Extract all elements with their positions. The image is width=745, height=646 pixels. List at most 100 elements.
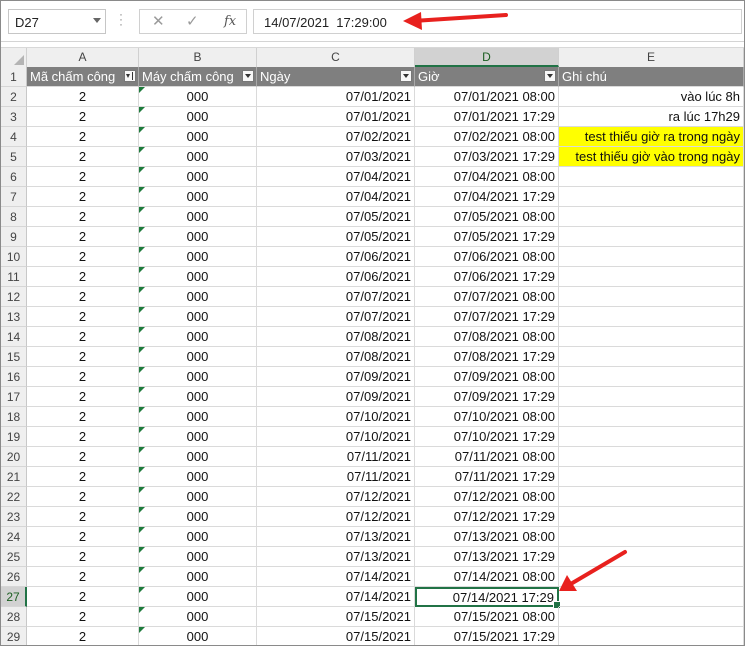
cell-ghi-chu[interactable] <box>559 447 744 467</box>
cell-ma-cham-cong[interactable]: 2 <box>27 227 139 247</box>
ghi-chu-header[interactable]: Ghi chú <box>559 67 744 87</box>
cell-ma-cham-cong[interactable]: 2 <box>27 107 139 127</box>
cell-ngay[interactable]: 07/13/2021 <box>257 547 415 567</box>
chevron-down-icon[interactable] <box>93 18 101 23</box>
ngay-header[interactable]: Ngày <box>257 67 415 87</box>
cell-ghi-chu[interactable] <box>559 547 744 567</box>
row-header[interactable]: 4 <box>1 127 27 147</box>
row-header[interactable]: 1 <box>1 67 27 87</box>
cell-ma-cham-cong[interactable]: 2 <box>27 367 139 387</box>
cell-gio[interactable]: 07/15/2021 17:29 <box>415 627 559 645</box>
cell-ngay[interactable]: 07/14/2021 <box>257 567 415 587</box>
select-all-button[interactable] <box>1 48 27 67</box>
cell-may-cham-cong[interactable]: 000 <box>139 147 257 167</box>
row-header[interactable]: 23 <box>1 507 27 527</box>
cell-ma-cham-cong[interactable]: 2 <box>27 547 139 567</box>
cell-ngay[interactable]: 07/02/2021 <box>257 127 415 147</box>
cell-may-cham-cong[interactable]: 000 <box>139 347 257 367</box>
row-header[interactable]: 21 <box>1 467 27 487</box>
column-header-e[interactable]: E <box>559 48 744 67</box>
cell-may-cham-cong[interactable]: 000 <box>139 267 257 287</box>
cell-may-cham-cong[interactable]: 000 <box>139 547 257 567</box>
cell-ngay[interactable]: 07/09/2021 <box>257 387 415 407</box>
cell-ghi-chu[interactable] <box>559 487 744 507</box>
cell-may-cham-cong[interactable]: 000 <box>139 467 257 487</box>
row-header[interactable]: 28 <box>1 607 27 627</box>
cell-ghi-chu[interactable] <box>559 527 744 547</box>
row-header[interactable]: 15 <box>1 347 27 367</box>
cell-ma-cham-cong[interactable]: 2 <box>27 487 139 507</box>
sort-filter-icon[interactable] <box>124 70 136 82</box>
cell-ngay[interactable]: 07/08/2021 <box>257 327 415 347</box>
cell-gio[interactable]: 07/04/2021 08:00 <box>415 167 559 187</box>
row-header[interactable]: 26 <box>1 567 27 587</box>
cell-ghi-chu[interactable]: test thiếu giờ vào trong ngày <box>559 147 744 167</box>
cell-ma-cham-cong[interactable]: 2 <box>27 287 139 307</box>
cell-may-cham-cong[interactable]: 000 <box>139 207 257 227</box>
cell-gio[interactable]: 07/07/2021 17:29 <box>415 307 559 327</box>
cell-ghi-chu[interactable] <box>559 207 744 227</box>
cell-ma-cham-cong[interactable]: 2 <box>27 447 139 467</box>
cell-may-cham-cong[interactable]: 000 <box>139 387 257 407</box>
cell-gio[interactable]: 07/01/2021 08:00 <box>415 87 559 107</box>
cell-ma-cham-cong[interactable]: 2 <box>27 327 139 347</box>
cell-ma-cham-cong[interactable]: 2 <box>27 267 139 287</box>
cell-ghi-chu[interactable] <box>559 367 744 387</box>
row-header[interactable]: 8 <box>1 207 27 227</box>
cell-may-cham-cong[interactable]: 000 <box>139 627 257 645</box>
row-header[interactable]: 29 <box>1 627 27 645</box>
cell-ghi-chu[interactable] <box>559 167 744 187</box>
row-header[interactable]: 11 <box>1 267 27 287</box>
cell-gio[interactable]: 07/13/2021 17:29 <box>415 547 559 567</box>
row-header[interactable]: 5 <box>1 147 27 167</box>
insert-function-icon[interactable]: fx <box>224 14 236 29</box>
cell-may-cham-cong[interactable]: 000 <box>139 327 257 347</box>
cell-ma-cham-cong[interactable]: 2 <box>27 127 139 147</box>
cell-ghi-chu[interactable] <box>559 327 744 347</box>
cell-ma-cham-cong[interactable]: 2 <box>27 427 139 447</box>
cell-may-cham-cong[interactable]: 000 <box>139 407 257 427</box>
cell-ghi-chu[interactable]: test thiếu giờ ra trong ngày <box>559 127 744 147</box>
cell-ma-cham-cong[interactable]: 2 <box>27 387 139 407</box>
cell-ngay[interactable]: 07/04/2021 <box>257 187 415 207</box>
cell-ma-cham-cong[interactable]: 2 <box>27 207 139 227</box>
cell-may-cham-cong[interactable]: 000 <box>139 247 257 267</box>
cell-gio[interactable]: 07/06/2021 17:29 <box>415 267 559 287</box>
cell-may-cham-cong[interactable]: 000 <box>139 227 257 247</box>
cell-ghi-chu[interactable] <box>559 227 744 247</box>
cell-ngay[interactable]: 07/13/2021 <box>257 527 415 547</box>
cell-ngay[interactable]: 07/11/2021 <box>257 467 415 487</box>
cell-ngay[interactable]: 07/06/2021 <box>257 247 415 267</box>
filter-dropdown-icon[interactable] <box>544 70 556 82</box>
cell-ghi-chu[interactable] <box>559 187 744 207</box>
cell-ngay[interactable]: 07/12/2021 <box>257 487 415 507</box>
cell-ngay[interactable]: 07/14/2021 <box>257 587 415 607</box>
cell-gio[interactable]: 07/05/2021 08:00 <box>415 207 559 227</box>
cell-may-cham-cong[interactable]: 000 <box>139 427 257 447</box>
cell-ghi-chu[interactable] <box>559 607 744 627</box>
row-header[interactable]: 22 <box>1 487 27 507</box>
cell-gio[interactable]: 07/08/2021 08:00 <box>415 327 559 347</box>
cell-ma-cham-cong[interactable]: 2 <box>27 87 139 107</box>
cell-may-cham-cong[interactable]: 000 <box>139 87 257 107</box>
cell-may-cham-cong[interactable]: 000 <box>139 607 257 627</box>
cell-ghi-chu[interactable] <box>559 347 744 367</box>
cell-ma-cham-cong[interactable]: 2 <box>27 347 139 367</box>
cell-ghi-chu[interactable] <box>559 587 744 607</box>
cell-ghi-chu[interactable] <box>559 267 744 287</box>
cell-gio[interactable]: 07/06/2021 08:00 <box>415 247 559 267</box>
cell-ngay[interactable]: 07/08/2021 <box>257 347 415 367</box>
cell-ngay[interactable]: 07/15/2021 <box>257 607 415 627</box>
more-vertical-icon[interactable]: · · · <box>119 8 123 30</box>
cell-gio[interactable]: 07/10/2021 17:29 <box>415 427 559 447</box>
may-cham-cong-header[interactable]: Máy chấm công <box>139 67 257 87</box>
cell-ngay[interactable]: 07/01/2021 <box>257 107 415 127</box>
cell-ngay[interactable]: 07/01/2021 <box>257 87 415 107</box>
cell-ma-cham-cong[interactable]: 2 <box>27 307 139 327</box>
cell-gio[interactable]: 07/01/2021 17:29 <box>415 107 559 127</box>
cell-gio[interactable]: 07/07/2021 08:00 <box>415 287 559 307</box>
cell-may-cham-cong[interactable]: 000 <box>139 507 257 527</box>
cell-gio[interactable]: 07/10/2021 08:00 <box>415 407 559 427</box>
name-box[interactable]: D27 <box>8 9 106 34</box>
cell-ma-cham-cong[interactable]: 2 <box>27 407 139 427</box>
